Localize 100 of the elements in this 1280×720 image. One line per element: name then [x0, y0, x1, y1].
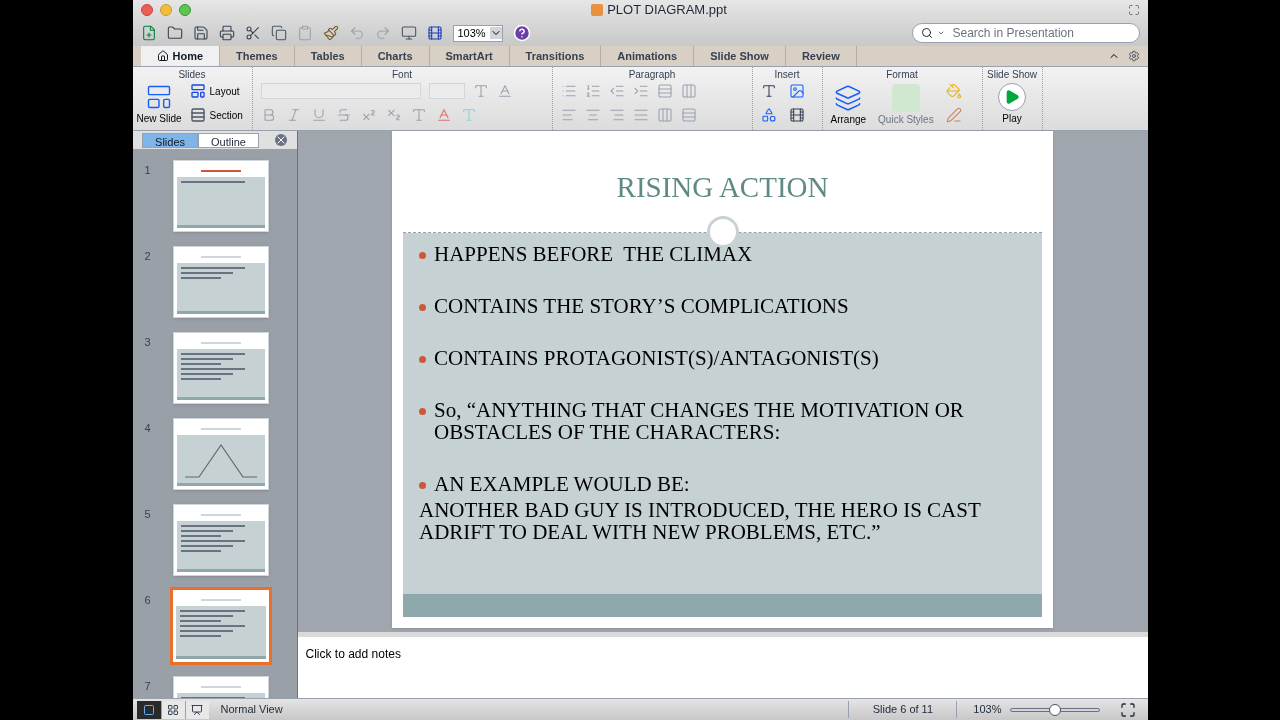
ribbon-tab[interactable]: Review	[785, 46, 857, 66]
rows-icon	[189, 107, 206, 123]
ribbon-tab[interactable]: Themes	[220, 46, 295, 66]
slide-thumbnail[interactable]	[172, 418, 269, 490]
slide-thumbnail[interactable]	[172, 160, 269, 232]
bullet-text: CONTAINS THE STORY’S COMPLICATIONS	[434, 295, 849, 317]
print-icon[interactable]	[218, 25, 235, 41]
minimize-button[interactable]	[159, 4, 172, 16]
ribbon-tab[interactable]: Slide Show	[694, 46, 786, 66]
slide-number: 5	[144, 507, 152, 522]
text-case-icon[interactable]	[496, 83, 513, 99]
slide-number: 3	[144, 335, 152, 350]
align-left-icon[interactable]	[560, 107, 577, 123]
group-label: Slide Show	[986, 68, 1038, 79]
zoom-button[interactable]	[178, 4, 191, 16]
strikethrough-icon[interactable]	[335, 107, 352, 123]
fit-icon[interactable]	[1119, 701, 1136, 718]
search-field[interactable]: Search in Presentation	[911, 23, 1140, 43]
image-icon[interactable]	[788, 83, 805, 99]
view-button[interactable]	[160, 700, 185, 719]
notes-placeholder[interactable]: Click to add notes	[305, 647, 401, 661]
fullscreen-icon[interactable]	[1127, 4, 1140, 16]
close-pane-icon[interactable]	[274, 134, 287, 146]
subscript-icon[interactable]	[385, 107, 402, 123]
view-button[interactable]	[184, 700, 209, 719]
view-button[interactable]	[136, 700, 161, 719]
close-button[interactable]	[140, 4, 153, 16]
bullet-text: AN EXAMPLE WOULD BE:	[434, 473, 690, 495]
slide-number: 4	[144, 421, 152, 436]
zoom-field[interactable]: 103%	[452, 24, 503, 42]
layout-button[interactable]: Layout	[189, 83, 243, 99]
monitor-icon[interactable]	[400, 25, 417, 41]
ribbon-tab[interactable]: Animations	[601, 46, 695, 66]
media-icon[interactable]	[788, 107, 805, 123]
style-swatch-icon	[891, 84, 920, 112]
slide-thumbnail[interactable]	[172, 246, 269, 318]
slide-position: Slide 6 of 11	[848, 701, 957, 718]
new-icon[interactable]	[140, 25, 157, 41]
view-name: Normal View	[220, 702, 283, 718]
line-spacing-icon[interactable]	[656, 83, 673, 99]
slide-thumbnail[interactable]	[172, 590, 269, 662]
bullet-text: So, “ANYTHING THAT CHANGES THE MOTIVATION OR OBSTACLES OF THE CHARACTERS:	[434, 399, 965, 443]
group-label: Font	[391, 68, 413, 79]
outdent-icon[interactable]	[608, 83, 625, 99]
fill-icon[interactable]	[945, 83, 962, 99]
columns-icon[interactable]	[680, 83, 697, 99]
folder-icon[interactable]	[166, 25, 183, 41]
scissors-icon[interactable]	[244, 25, 261, 41]
bullet-text: HAPPENS BEFORE THE CLIMAX	[434, 243, 753, 265]
font-name-field[interactable]	[260, 83, 421, 99]
text-size-icon[interactable]	[472, 83, 489, 99]
sorter-view-icon	[167, 703, 179, 716]
bullet-icon	[419, 356, 426, 363]
slide-number: 6	[144, 593, 152, 608]
quick-styles-button[interactable]: Quick Styles	[878, 84, 934, 127]
bullets-icon[interactable]	[560, 83, 577, 99]
undo-icon[interactable]	[348, 25, 365, 41]
section-button[interactable]: Section	[189, 107, 243, 123]
slide-number: 2	[144, 249, 152, 264]
align-right-icon[interactable]	[608, 107, 625, 123]
settings-icon[interactable]	[1127, 50, 1140, 62]
ribbon-tab[interactable]: Home	[140, 46, 221, 66]
arrange-button[interactable]: Arrange	[830, 84, 867, 127]
bullet-icon	[419, 408, 426, 415]
slide-number: 7	[144, 679, 152, 694]
slide-thumbnail[interactable]	[172, 332, 269, 404]
font-size-field[interactable]	[428, 83, 465, 99]
ribbon-tab[interactable]: SmartArt	[429, 46, 510, 66]
pane-tab[interactable]: Slides	[142, 132, 199, 148]
shapes-icon[interactable]	[760, 107, 777, 123]
superscript-icon[interactable]	[360, 107, 377, 123]
bullet-icon	[419, 304, 426, 311]
paintbrush-icon[interactable]	[322, 25, 339, 41]
group-label: Paragraph	[627, 68, 677, 79]
new-slide-button[interactable]: New Slide	[136, 83, 182, 126]
film-icon[interactable]	[426, 25, 443, 41]
indent-icon[interactable]	[632, 83, 649, 99]
pane-tab[interactable]: Outline	[198, 132, 259, 148]
font-color-icon[interactable]	[435, 107, 452, 123]
slide-number: 1	[144, 163, 152, 178]
group-label: Insert	[773, 68, 801, 79]
align-center-icon[interactable]	[584, 107, 601, 123]
underline-icon[interactable]	[310, 107, 327, 123]
line-icon[interactable]	[945, 107, 962, 123]
numbering-icon[interactable]	[584, 83, 601, 99]
save-icon[interactable]	[192, 25, 209, 41]
redo-icon[interactable]	[374, 25, 391, 41]
layers-icon	[834, 84, 863, 112]
ribbon-tab[interactable]: Charts	[361, 46, 430, 66]
copy-icon[interactable]	[270, 25, 287, 41]
clipboard-icon[interactable]	[296, 25, 313, 41]
justify-icon[interactable]	[632, 107, 649, 123]
slide-thumbnail[interactable]	[172, 504, 269, 576]
help-icon[interactable]	[512, 24, 531, 42]
play-button[interactable]: Play	[982, 79, 1042, 126]
home-icon	[156, 50, 169, 62]
bullet-icon	[419, 252, 426, 259]
ribbon-tab[interactable]: Transitions	[509, 46, 602, 66]
caret-icon	[936, 29, 945, 37]
ribbon-tab[interactable]: Tables	[294, 46, 362, 66]
